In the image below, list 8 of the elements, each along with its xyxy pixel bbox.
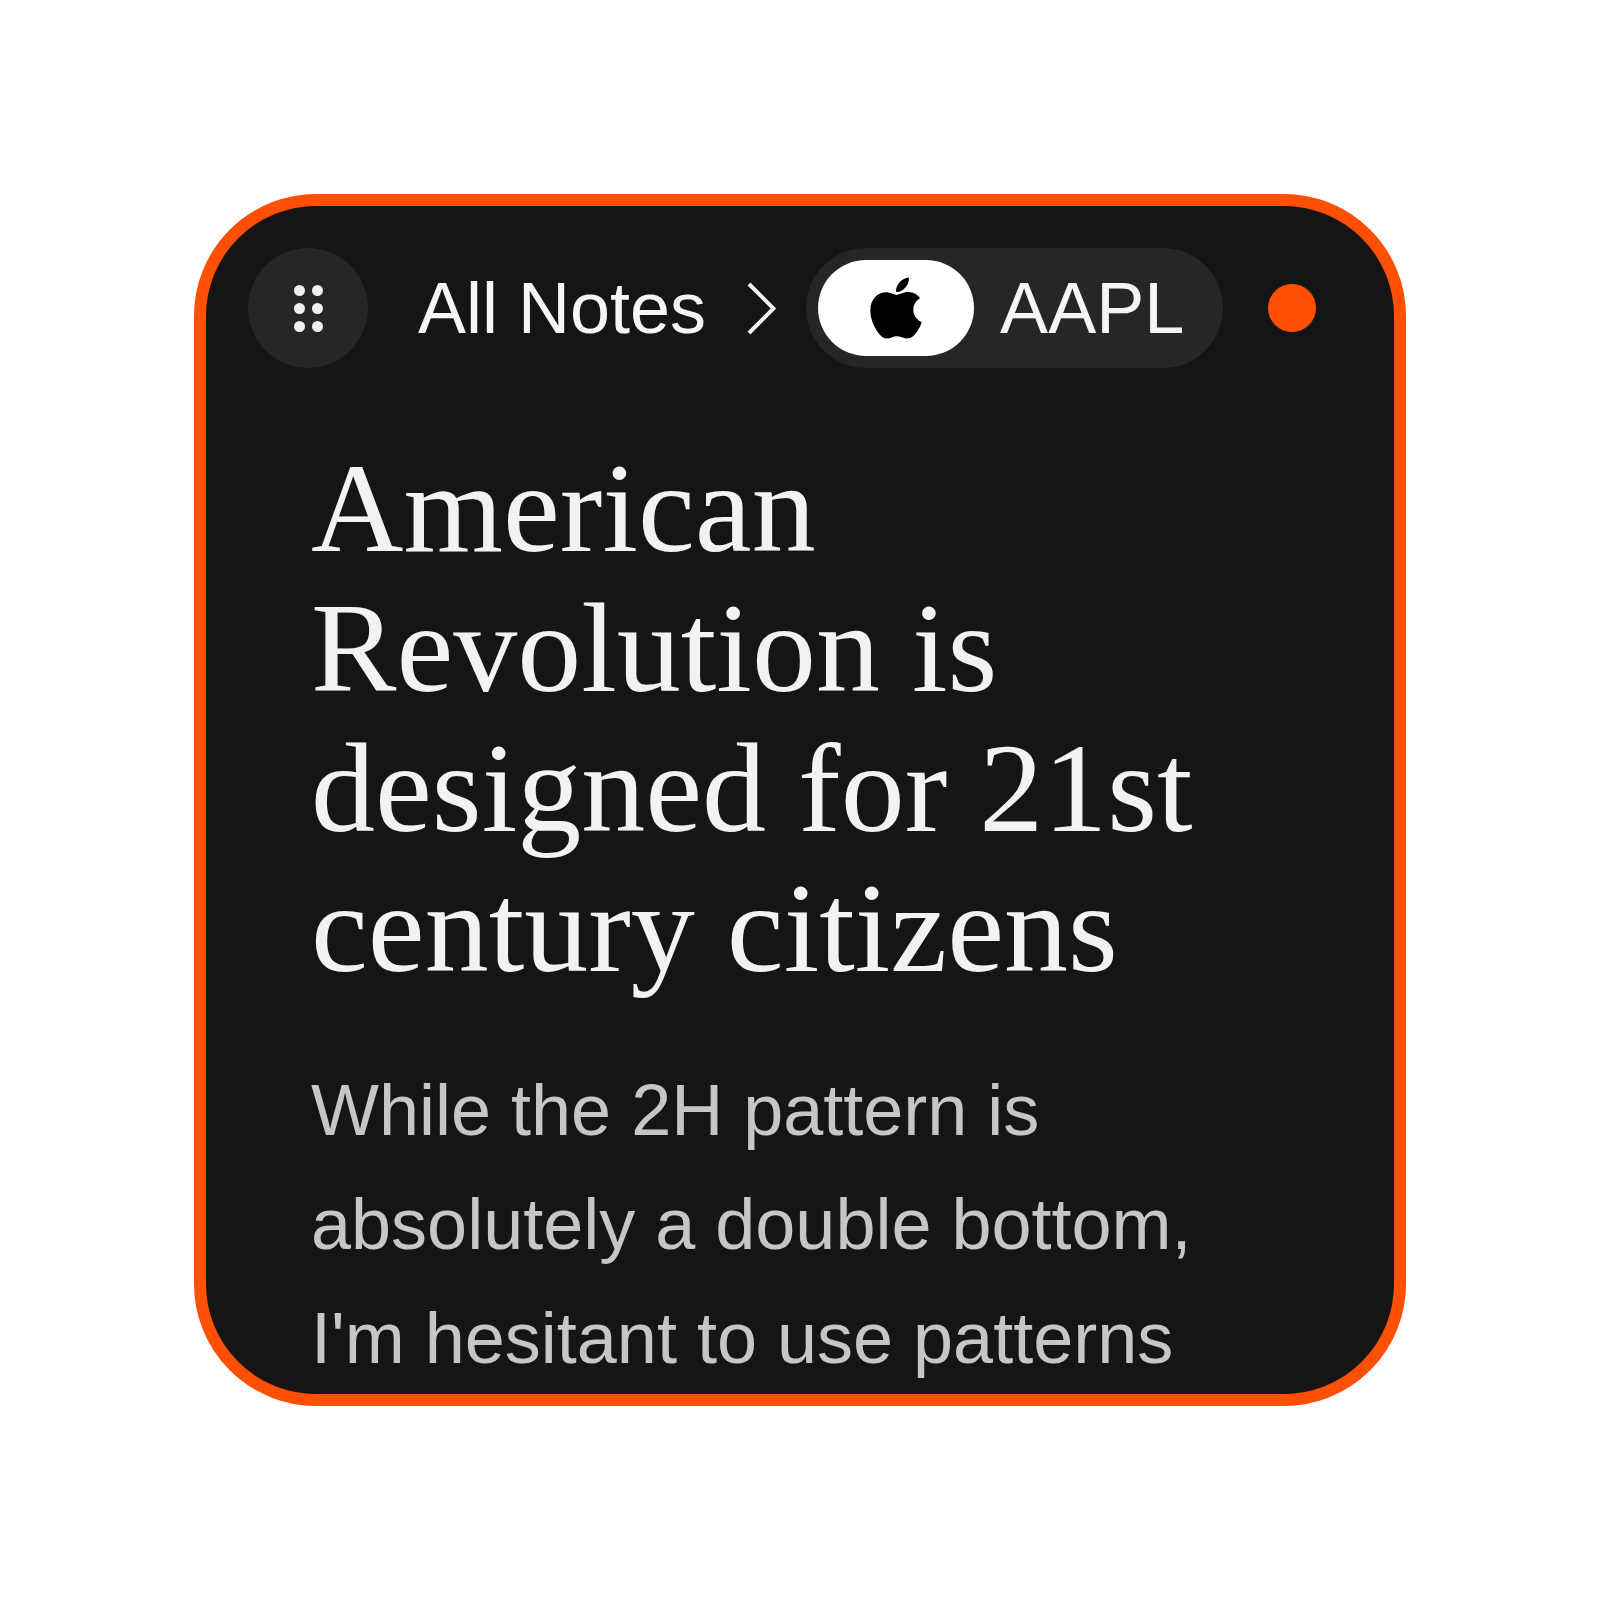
- dots-grid-icon: [293, 284, 323, 332]
- note-body-text: While the 2H pattern is absolutely a double bottom, I'm hesitant to use patterns: [311, 1069, 1193, 1380]
- apple-icon: [818, 260, 975, 356]
- ticker-chip[interactable]: AAPL: [806, 248, 1224, 368]
- breadcrumb-link[interactable]: All Notes: [418, 272, 707, 344]
- note-title: American Revolution is designed for 21st century citizens: [311, 438, 1194, 998]
- status-dot-icon: [1268, 284, 1316, 332]
- chevron-right-icon: [747, 281, 777, 335]
